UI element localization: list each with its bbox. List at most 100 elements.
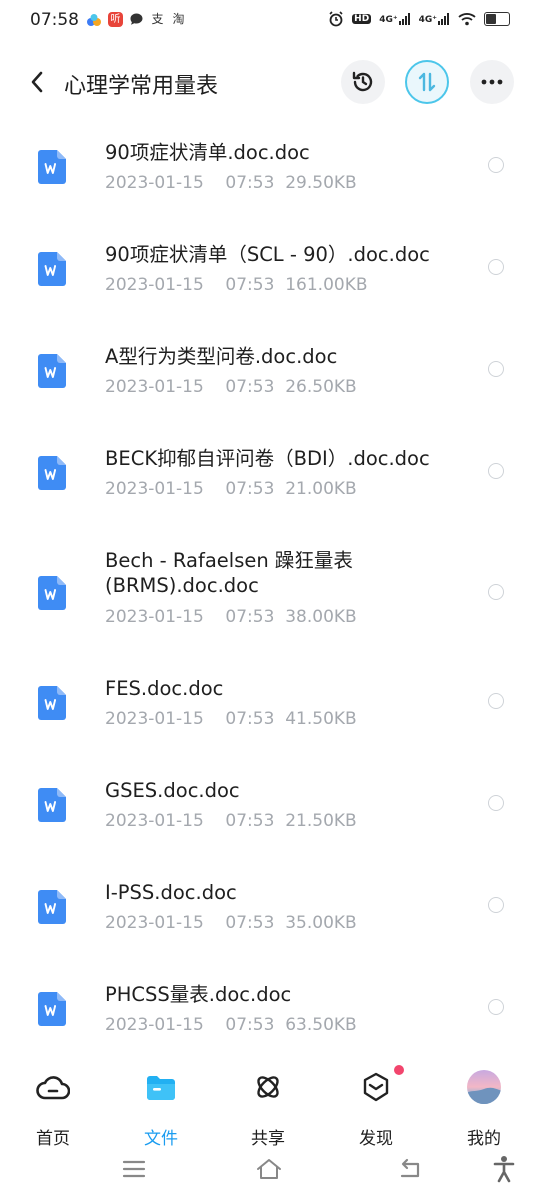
meta-spacer: [204, 173, 226, 193]
file-meta: 2023-01-15 07:53 21.50KB: [105, 811, 357, 831]
word-doc-icon: [38, 992, 66, 1026]
file-name: Bech - Rafaelsen 躁狂量表(BRMS).doc.doc: [105, 549, 353, 597]
back-button[interactable]: [22, 67, 52, 97]
back-system-button[interactable]: [396, 1154, 426, 1184]
meta-spacer: [204, 913, 226, 933]
notification-dot: [394, 1065, 404, 1075]
meta-spacer: [204, 479, 226, 499]
file-size: 21.00KB: [285, 479, 357, 499]
file-list-item[interactable]: BECK抑郁自评问卷（BDI）.doc.doc 2023-01-15 07:53 …: [0, 436, 538, 538]
sort-button[interactable]: [405, 60, 449, 104]
meta-spacer: [274, 479, 285, 499]
file-size: 41.50KB: [285, 709, 357, 729]
file-size: 63.50KB: [285, 1015, 357, 1035]
chat-app-icon: [130, 13, 143, 25]
word-doc-icon: [38, 686, 66, 720]
nav-label: 共享: [251, 1129, 285, 1149]
file-meta: 2023-01-15 07:53 29.50KB: [105, 173, 357, 193]
file-list: 90项症状清单.doc.doc 2023-01-15 07:53 29.50KB 9…: [0, 130, 538, 1074]
select-radio[interactable]: [488, 259, 504, 275]
file-meta: 2023-01-15 07:53 26.50KB: [105, 377, 357, 397]
hd-badge: HD: [352, 14, 372, 24]
cloud-app-icon: [87, 13, 101, 26]
file-time: 07:53: [225, 709, 275, 729]
history-icon: [352, 71, 373, 92]
file-time: 07:53: [225, 275, 275, 295]
nav-mine[interactable]: 我的: [449, 1067, 519, 1149]
select-radio[interactable]: [488, 897, 504, 913]
select-radio[interactable]: [488, 157, 504, 173]
more-button[interactable]: [470, 60, 514, 104]
page-title: 心理学常用量表: [64, 74, 219, 99]
signal-bars-icon: [398, 13, 410, 25]
file-list-item[interactable]: FES.doc.doc 2023-01-15 07:53 41.50KB: [0, 666, 538, 768]
status-time: 07:58: [30, 10, 79, 30]
word-doc-icon: [38, 150, 66, 184]
discover-cube-icon: [358, 1069, 394, 1105]
meta-spacer: [204, 709, 226, 729]
alipay-app-icon: 支: [151, 12, 164, 26]
home-button[interactable]: [254, 1154, 284, 1184]
file-time: 07:53: [225, 913, 275, 933]
word-doc-icon: [38, 890, 66, 924]
file-list-item[interactable]: I-PSS.doc.doc 2023-01-15 07:53 35.00KB: [0, 870, 538, 972]
file-list-item[interactable]: 90项症状清单（SCL - 90）.doc.doc 2023-01-15 07:5…: [0, 232, 538, 334]
more-dots-icon: [481, 79, 503, 85]
file-list-item[interactable]: A型行为类型问卷.doc.doc 2023-01-15 07:53 26.50KB: [0, 334, 538, 436]
file-list-item[interactable]: GSES.doc.doc 2023-01-15 07:53 21.50KB: [0, 768, 538, 870]
chevron-left-icon: [31, 71, 43, 93]
meta-spacer: [274, 377, 285, 397]
file-size: 26.50KB: [285, 377, 357, 397]
meta-spacer: [204, 275, 226, 295]
nav-share[interactable]: 共享: [233, 1067, 303, 1149]
select-radio[interactable]: [488, 999, 504, 1015]
file-date: 2023-01-15: [105, 479, 204, 499]
nav-label: 发现: [359, 1129, 393, 1149]
file-name: A型行为类型问卷.doc.doc: [105, 345, 338, 368]
nav-label: 我的: [467, 1129, 501, 1149]
meta-spacer: [204, 377, 226, 397]
menu-button[interactable]: [119, 1154, 149, 1184]
select-radio[interactable]: [488, 361, 504, 377]
file-name: I-PSS.doc.doc: [105, 881, 237, 904]
file-size: 161.00KB: [285, 275, 368, 295]
select-radio[interactable]: [488, 795, 504, 811]
file-time: 07:53: [225, 377, 275, 397]
file-list-item[interactable]: 90项症状清单.doc.doc 2023-01-15 07:53 29.50KB: [0, 130, 538, 232]
file-list-item[interactable]: Bech - Rafaelsen 躁狂量表(BRMS).doc.doc 2023-…: [0, 538, 538, 666]
sort-icon: [418, 72, 436, 92]
nav-files[interactable]: 文件: [126, 1067, 196, 1149]
file-name: GSES.doc.doc: [105, 779, 240, 802]
meta-spacer: [274, 913, 285, 933]
meta-spacer: [274, 607, 285, 627]
folder-icon: [143, 1069, 179, 1105]
alarm-icon: [329, 11, 343, 27]
select-radio[interactable]: [488, 463, 504, 479]
meta-spacer: [204, 607, 226, 627]
meta-spacer: [204, 811, 226, 831]
file-meta: 2023-01-15 07:53 63.50KB: [105, 1015, 357, 1035]
nav-home[interactable]: 首页: [18, 1067, 88, 1149]
meta-spacer: [274, 709, 285, 729]
file-name: 90项症状清单（SCL - 90）.doc.doc: [105, 243, 430, 266]
select-radio[interactable]: [488, 584, 504, 600]
file-size: 35.00KB: [285, 913, 357, 933]
system-nav-bar: [0, 1148, 538, 1200]
word-doc-icon: [38, 788, 66, 822]
history-button[interactable]: [341, 60, 385, 104]
file-size: 21.50KB: [285, 811, 357, 831]
signal-4g-1: 4G⁺: [379, 13, 410, 25]
listen-app-icon: 听: [108, 12, 123, 27]
file-meta: 2023-01-15 07:53 38.00KB: [105, 607, 357, 627]
meta-spacer: [274, 1015, 285, 1035]
word-doc-icon: [38, 576, 66, 610]
file-meta: 2023-01-15 07:53 161.00KB: [105, 275, 368, 295]
accessibility-button[interactable]: [489, 1154, 519, 1184]
file-date: 2023-01-15: [105, 377, 204, 397]
signal-4g-2: 4G⁺: [419, 13, 450, 25]
nav-discover[interactable]: 发现: [341, 1067, 411, 1149]
file-name: 90项症状清单.doc.doc: [105, 141, 310, 164]
select-radio[interactable]: [488, 693, 504, 709]
home-cloud-icon: [35, 1069, 71, 1105]
word-doc-icon: [38, 354, 66, 388]
